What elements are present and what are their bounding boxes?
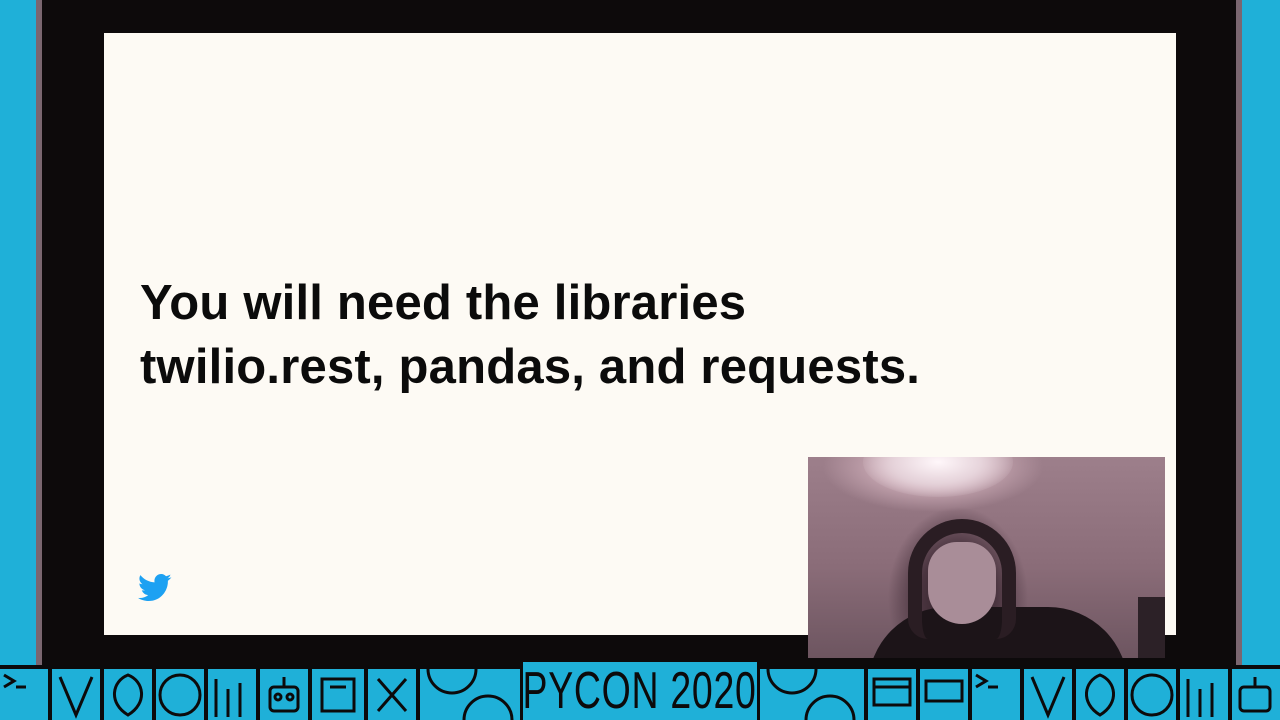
slide-line-1: You will need the libraries bbox=[140, 276, 747, 330]
webcam-presenter-face bbox=[928, 542, 996, 624]
slide-line-2: twilio.rest, pandas, and requests. bbox=[140, 340, 921, 394]
banner-title: PYCON 2020 bbox=[523, 662, 757, 720]
frame-left bbox=[0, 0, 40, 665]
webcam-ceiling-light bbox=[863, 457, 1013, 497]
frame-right-edge bbox=[1236, 0, 1242, 665]
presenter-webcam bbox=[808, 457, 1165, 658]
frame-right bbox=[1240, 0, 1280, 665]
banner-title-text: PYCON 2020 bbox=[522, 662, 758, 720]
slide-heading: You will need the libraries twilio.rest,… bbox=[140, 271, 1140, 399]
twitter-bird-icon bbox=[138, 573, 172, 602]
webcam-background-object bbox=[1138, 597, 1165, 658]
